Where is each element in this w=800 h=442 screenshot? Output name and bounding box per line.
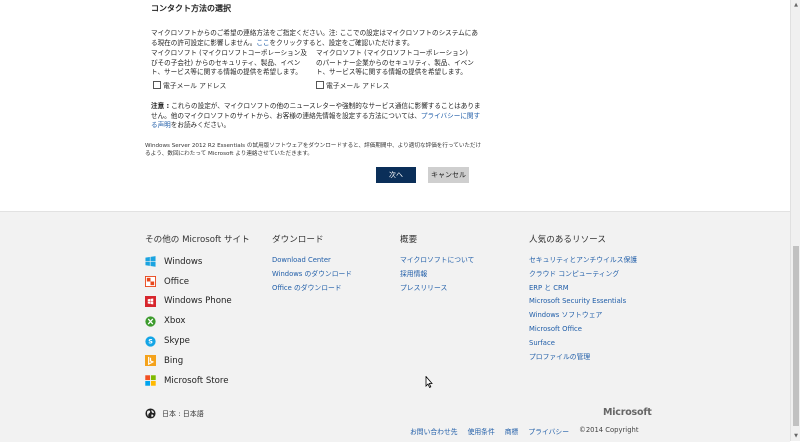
copyright-text: ©2014 Copyright <box>579 426 639 434</box>
contact-section: コンタクト方法の選択 マイクロソフトからのご希望の連絡方法をご指定ください。注:… <box>0 0 790 211</box>
bing-icon <box>145 355 156 367</box>
overview-heading: 概要 <box>400 235 418 245</box>
email-checkbox-microsoft[interactable] <box>153 81 161 89</box>
note-text: 注意 : これらの設定が、マイクロソフトの他のニュースレターや強制的なサービス通… <box>151 102 481 130</box>
section-title: コンタクト方法の選択 <box>151 4 231 13</box>
download-heading: ダウンロード <box>272 235 324 245</box>
microsoft-store-icon <box>145 375 156 386</box>
partner-consent-text: マイクロソフト (マイクロソフトコーポレーション) のパートナー企業からのセキュ… <box>316 49 474 77</box>
windows-download-link[interactable]: Windows のダウンロード <box>272 268 352 282</box>
page: コンタクト方法の選択 マイクロソフトからのご希望の連絡方法をご指定ください。注:… <box>0 0 790 442</box>
site-link-windows[interactable]: Windows <box>145 252 250 272</box>
careers-link[interactable]: 採用情報 <box>400 268 474 282</box>
terms-of-use-link[interactable]: 使用条件 <box>468 426 495 436</box>
cloud-computing-link[interactable]: クラウド コンピューティング <box>529 268 637 282</box>
scroll-up-arrow-icon[interactable]: ▲ <box>793 2 799 8</box>
svg-text:S: S <box>148 337 153 345</box>
popular-resources-heading: 人気のあるリソース <box>529 235 606 245</box>
site-link-skype[interactable]: S Skype <box>145 331 250 351</box>
scrollbar-thumb[interactable] <box>793 246 799 426</box>
cancel-button[interactable]: キャンセル <box>428 167 469 183</box>
microsoft-consent-text: マイクロソフト (マイクロソフトコーポレーション及びその子会社) からのセキュリ… <box>151 49 307 77</box>
overview-column: 概要 マイクロソフトについて 採用情報 プレスリリース <box>400 233 474 295</box>
globe-icon <box>145 408 156 419</box>
site-link-bing[interactable]: Bing <box>145 351 250 371</box>
office-download-link[interactable]: Office のダウンロード <box>272 282 352 296</box>
site-link-xbox[interactable]: Xbox <box>145 311 250 331</box>
surface-link[interactable]: Surface <box>529 337 637 351</box>
site-link-office[interactable]: Office <box>145 272 250 292</box>
windows-icon <box>145 256 156 268</box>
windows-software-link[interactable]: Windows ソフトウェア <box>529 309 637 323</box>
press-release-link[interactable]: プレスリリース <box>400 282 474 296</box>
windows-phone-icon <box>145 295 156 307</box>
microsoft-logo: Microsoft <box>603 407 652 418</box>
erp-crm-link[interactable]: ERP と CRM <box>529 282 637 296</box>
email-checkbox-label: 電子メール アドレス <box>326 82 390 90</box>
site-footer <box>0 211 790 442</box>
office-icon <box>145 276 156 288</box>
intro-text: マイクロソフトからのご希望の連絡方法をご指定ください。注: ここでの設定はマイク… <box>151 29 478 47</box>
other-sites-column: その他の Microsoft サイト Windows Office Window… <box>145 233 250 391</box>
vertical-scrollbar[interactable]: ▲ ▼ <box>790 0 800 441</box>
email-checkbox-row-microsoft[interactable]: 電子メール アドレス <box>153 80 226 90</box>
trademarks-link[interactable]: 商標 <box>505 426 519 436</box>
scroll-down-arrow-icon[interactable]: ▼ <box>793 433 799 439</box>
email-checkbox-partner[interactable] <box>316 81 324 89</box>
email-checkbox-label: 電子メール アドレス <box>163 82 227 90</box>
security-essentials-link[interactable]: Microsoft Security Essentials <box>529 295 637 309</box>
other-sites-heading: その他の Microsoft サイト <box>145 235 250 245</box>
trial-disclaimer: Windows Server 2012 R2 Essentials の試用版ソフ… <box>145 143 482 158</box>
download-center-link[interactable]: Download Center <box>272 254 352 268</box>
xbox-icon <box>145 316 156 327</box>
profile-management-link[interactable]: プロファイルの管理 <box>529 351 637 365</box>
popular-resources-column: 人気のあるリソース セキュリティとアンチウイルス保護 クラウド コンピューティン… <box>529 233 637 364</box>
download-column: ダウンロード Download Center Windows のダウンロード O… <box>272 233 352 295</box>
contact-us-link[interactable]: お問い合わせ先 <box>410 426 458 436</box>
privacy-link[interactable]: プライバシー <box>528 426 569 436</box>
settings-link[interactable]: ここ <box>256 39 269 47</box>
skype-icon: S <box>145 335 156 347</box>
email-checkbox-row-partner[interactable]: 電子メール アドレス <box>316 80 389 90</box>
locale-label: 日本 : 日本語 <box>162 409 204 418</box>
security-antivirus-link[interactable]: セキュリティとアンチウイルス保護 <box>529 254 637 268</box>
mouse-cursor-icon <box>425 376 433 388</box>
about-microsoft-link[interactable]: マイクロソフトについて <box>400 254 474 268</box>
next-button[interactable]: 次へ <box>376 167 416 183</box>
site-link-microsoft-store[interactable]: Microsoft Store <box>145 371 250 391</box>
microsoft-office-link[interactable]: Microsoft Office <box>529 323 637 337</box>
site-link-windows-phone[interactable]: Windows Phone <box>145 292 250 312</box>
locale-selector[interactable]: 日本 : 日本語 <box>145 408 204 419</box>
legal-links: お問い合わせ先 使用条件 商標 プライバシー ©2014 Copyright <box>410 426 638 436</box>
